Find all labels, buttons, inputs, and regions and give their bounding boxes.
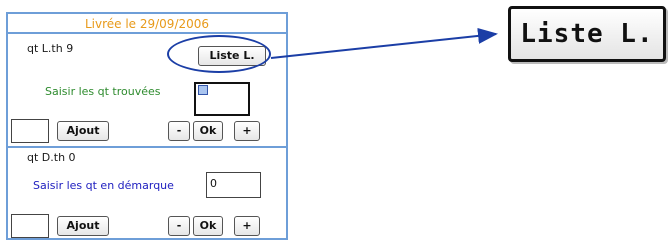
add-qty-input-d[interactable] (11, 214, 49, 238)
minus-button-l[interactable]: - (168, 121, 190, 141)
liste-l-button-zoomed: Liste L. (508, 6, 666, 62)
found-qty-checkbox[interactable] (198, 85, 208, 95)
ok-button-d[interactable]: Ok (193, 216, 223, 236)
markdown-qty-prompt: Saisir les qt en démarque (33, 179, 174, 192)
ajout-button-l[interactable]: Ajout (57, 121, 109, 141)
add-qty-input-l[interactable] (11, 119, 49, 143)
qt-l-theoretical-label: qt L.th 9 (27, 42, 74, 55)
markdown-qty-input[interactable]: 0 (206, 172, 261, 198)
delivery-date-title: Livrée le 29/09/2006 (8, 14, 286, 34)
ok-button-l[interactable]: Ok (193, 121, 223, 141)
minus-button-d[interactable]: - (168, 216, 190, 236)
ajout-button-d[interactable]: Ajout (57, 216, 109, 236)
qt-d-theoretical-label: qt D.th 0 (27, 151, 76, 164)
section-divider (8, 146, 286, 148)
highlight-ellipse (167, 35, 271, 73)
found-qty-prompt: Saisir les qt trouvées (45, 85, 161, 98)
plus-button-d[interactable]: + (234, 216, 260, 236)
plus-button-l[interactable]: + (234, 121, 260, 141)
